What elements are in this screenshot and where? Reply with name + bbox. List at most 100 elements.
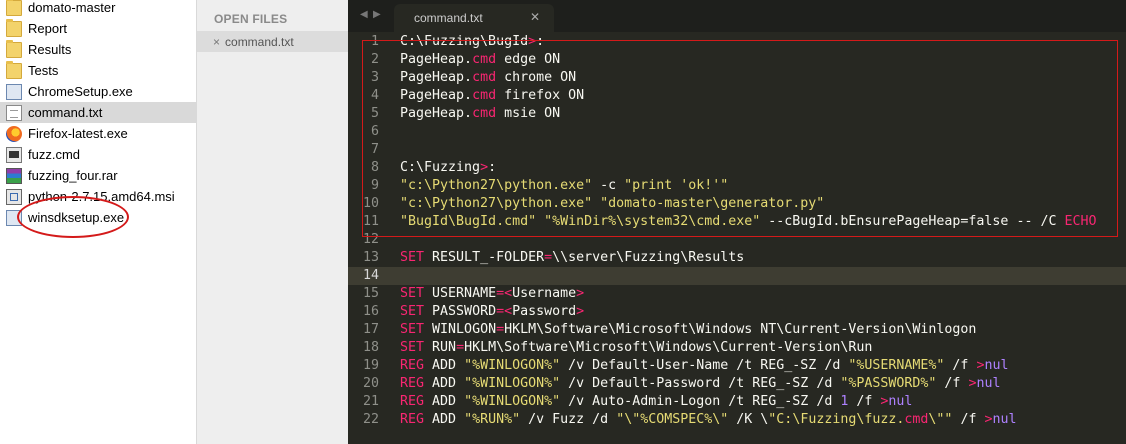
folder-icon (6, 39, 22, 58)
line-number: 17 (362, 322, 379, 337)
msi-installer-icon (6, 188, 22, 205)
line-number: 22 (362, 412, 379, 427)
code-line[interactable]: 22 REG ADD "%RUN%" /v Fuzz /d "\"%COMSPEC… (348, 411, 1126, 429)
file-item[interactable]: Tests (6, 60, 196, 81)
code-token: WINLOGON (424, 322, 497, 337)
code-token: \\server\Fuzzing\Results (552, 250, 745, 265)
code-token: ADD (424, 376, 465, 391)
code-token: PASSWORD (424, 304, 497, 319)
file-name: command.txt (28, 105, 103, 120)
folder-icon (6, 0, 22, 16)
code-token: /v Default-User-Name /t REG_-SZ /d (560, 358, 849, 373)
code-token: /f (952, 412, 985, 427)
file-item[interactable]: Firefox-latest.exe (6, 123, 196, 144)
code-token: SET (400, 304, 425, 319)
code-token: "C:\Fuzzing\fuzz. (768, 412, 905, 427)
folder-icon (6, 60, 22, 79)
file-item[interactable]: ChromeSetup.exe (6, 81, 196, 102)
line-number: 15 (362, 286, 379, 301)
line-number: 13 (362, 250, 379, 265)
code-token: \"" (928, 412, 953, 427)
code-token: = (456, 340, 465, 355)
line-content: REG ADD "%WINLOGON%" /v Default-User-Nam… (400, 357, 1009, 375)
line-content: REG ADD "%RUN%" /v Fuzz /d "\"%COMSPEC%\… (400, 411, 1017, 429)
code-line[interactable]: 17 SET WINLOGON=HKLM\Software\Microsoft\W… (348, 321, 1126, 339)
code-token: "%WINLOGON%" (464, 376, 561, 391)
file-item[interactable]: domato-master (6, 0, 196, 18)
line-number: 14 (362, 268, 379, 283)
code-line[interactable]: 14 (348, 267, 1126, 285)
code-token: > (576, 304, 585, 319)
line-number: 19 (362, 358, 379, 373)
line-content: SET RESULT_-FOLDER=\\server\Fuzzing\Resu… (400, 249, 744, 267)
text-file-icon (6, 104, 22, 121)
open-file-item[interactable]: × command.txt (197, 31, 348, 52)
code-token: ADD (424, 412, 465, 427)
tab-nav-left-icon[interactable]: ◀ (360, 9, 368, 20)
file-name: Tests (28, 63, 59, 78)
file-name: fuzz.cmd (28, 147, 81, 162)
code-token: ADD (424, 394, 465, 409)
line-number: 18 (362, 340, 379, 355)
code-token: = (496, 322, 505, 337)
file-name: Firefox-latest.exe (28, 126, 128, 141)
code-token: cmd (904, 412, 929, 427)
close-file-icon[interactable]: × (213, 35, 220, 49)
code-token: /f (944, 358, 977, 373)
code-token: /K \ (728, 412, 769, 427)
code-token: HKLM\Software\Microsoft\Windows NT\Curre… (504, 322, 977, 337)
code-token: "%WINLOGON%" (464, 358, 561, 373)
line-content: SET PASSWORD=<Password> (400, 303, 584, 321)
tab-bar: ◀ ▶ command.txt ✕ (348, 0, 1126, 32)
code-token: SET (400, 286, 425, 301)
code-line[interactable]: 13 SET RESULT_-FOLDER=\\server\Fuzzing\Re… (348, 249, 1126, 267)
file-item[interactable]: command.txt (0, 102, 196, 123)
code-token: ADD (424, 358, 465, 373)
code-token: "%RUN%" (464, 412, 521, 427)
installer-icon (6, 83, 22, 100)
editor-sidebar: OPEN FILES × command.txt (197, 0, 348, 444)
code-line[interactable]: 16 SET PASSWORD=<Password> (348, 303, 1126, 321)
code-token: REG (400, 358, 425, 373)
code-token: Username (512, 286, 577, 301)
code-token: Password (512, 304, 577, 319)
code-token: "%PASSWORD%" (840, 376, 937, 391)
line-content: SET RUN=HKLM\Software\Microsoft\Windows\… (400, 339, 872, 357)
code-line[interactable]: 19 REG ADD "%WINLOGON%" /v Default-User-N… (348, 357, 1126, 375)
file-item[interactable]: Results (6, 39, 196, 60)
code-token: REG (400, 376, 425, 391)
code-token: "\"%COMSPEC%\" (616, 412, 729, 427)
code-token: =< (496, 304, 513, 319)
code-token: /v Auto-Admin-Logon /t REG_-SZ /d (560, 394, 841, 409)
code-line[interactable]: 20 REG ADD "%WINLOGON%" /v Default-Passwo… (348, 375, 1126, 393)
code-token: USERNAME (424, 286, 497, 301)
code-line[interactable]: 21 REG ADD "%WINLOGON%" /v Auto-Admin-Log… (348, 393, 1126, 411)
line-content: REG ADD "%WINLOGON%" /v Default-Password… (400, 375, 1001, 393)
code-token: "%USERNAME%" (848, 358, 945, 373)
file-item[interactable]: Report (6, 18, 196, 39)
code-line[interactable]: 15 SET USERNAME=<Username> (348, 285, 1126, 303)
code-token: SET (400, 340, 425, 355)
file-name: fuzzing_four.rar (28, 168, 118, 183)
firefox-icon (6, 125, 22, 142)
tab-command-txt[interactable]: command.txt ✕ (394, 4, 554, 32)
tab-close-icon[interactable]: ✕ (530, 10, 540, 24)
code-line[interactable]: 18 SET RUN=HKLM\Software\Microsoft\Window… (348, 339, 1126, 357)
code-token: /v Fuzz /d (520, 412, 617, 427)
code-token: /f (848, 394, 881, 409)
tab-nav-right-icon[interactable]: ▶ (373, 9, 381, 20)
line-content: SET WINLOGON=HKLM\Software\Microsoft\Win… (400, 321, 976, 339)
archive-icon (6, 167, 22, 184)
tab-label: command.txt (414, 11, 483, 25)
file-item[interactable]: fuzzing_four.rar (6, 165, 196, 186)
code-token: nul (984, 358, 1009, 373)
line-content: SET USERNAME=<Username> (400, 285, 584, 303)
code-token: RUN (424, 340, 457, 355)
folder-icon (6, 18, 22, 37)
code-token: SET (400, 322, 425, 337)
batch-file-icon (6, 146, 22, 163)
file-item[interactable]: fuzz.cmd (6, 144, 196, 165)
open-files-heading: OPEN FILES (214, 12, 288, 26)
file-name: Results (28, 42, 72, 57)
code-token: = (544, 250, 553, 265)
